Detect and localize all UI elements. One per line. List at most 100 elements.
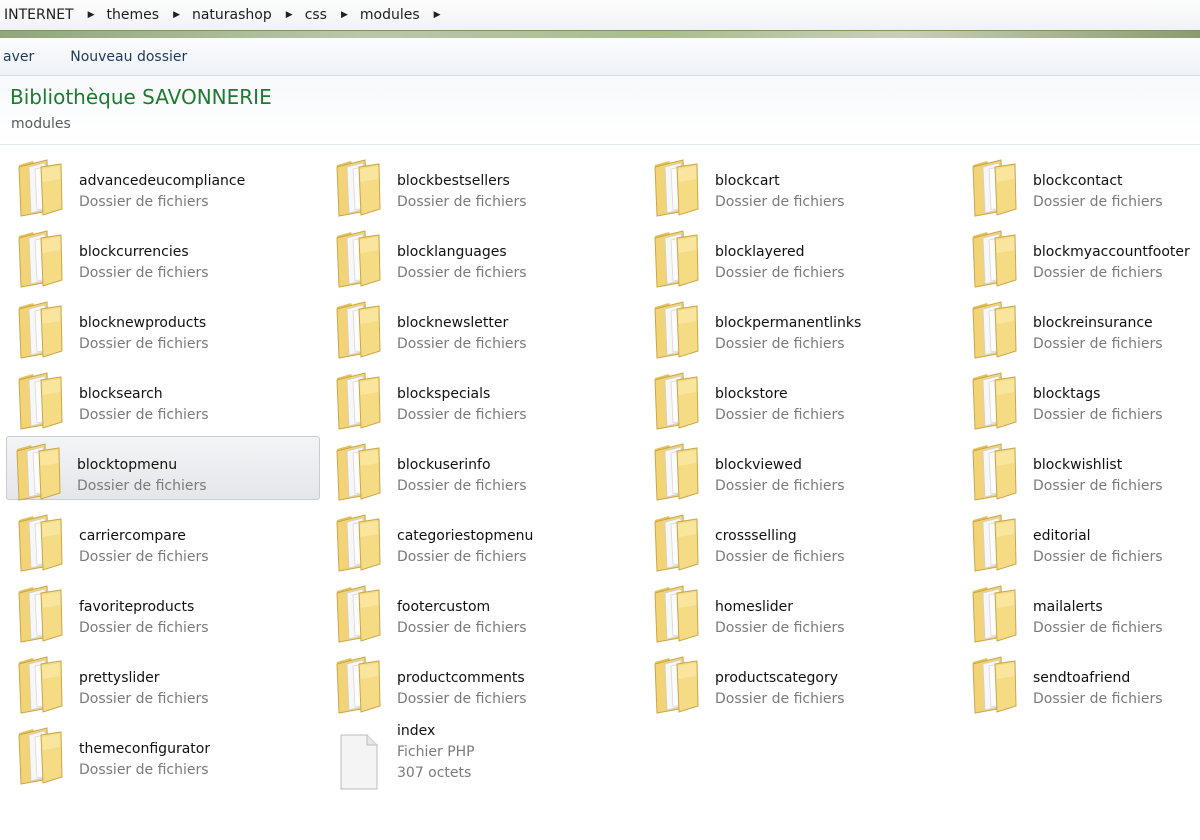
- item-name: blockviewed: [715, 457, 802, 473]
- folder-icon: [653, 230, 699, 288]
- item-name: blocklayered: [715, 244, 805, 260]
- item-type: Dossier de fichiers: [1033, 407, 1163, 423]
- folder-item[interactable]: blocksearch Dossier de fichiers: [8, 365, 320, 430]
- folder-item[interactable]: productscategory Dossier de fichiers: [644, 649, 956, 714]
- folder-item[interactable]: productcomments Dossier de fichiers: [326, 649, 638, 714]
- folder-item[interactable]: blockbestsellers Dossier de fichiers: [326, 152, 638, 217]
- breadcrumb-modules[interactable]: modules: [356, 0, 424, 30]
- item-name: blocklanguages: [397, 244, 507, 260]
- folder-item[interactable]: favoriteproducts Dossier de fichiers: [8, 578, 320, 643]
- item-name: crossselling: [715, 528, 797, 544]
- folder-icon: [653, 372, 699, 430]
- folder-item[interactable]: blocktags Dossier de fichiers: [962, 365, 1200, 430]
- item-name: blockstore: [715, 386, 788, 402]
- folder-icon: [17, 585, 63, 643]
- breadcrumb-internet[interactable]: INTERNET: [0, 0, 78, 30]
- folder-item[interactable]: footercustom Dossier de fichiers: [326, 578, 638, 643]
- item-name: blockuserinfo: [397, 457, 491, 473]
- file-grid: advancedeucompliance Dossier de fichiers …: [0, 146, 1200, 840]
- folder-icon: [653, 443, 699, 501]
- chevron-right-icon[interactable]: ▶: [424, 0, 449, 30]
- chevron-right-icon[interactable]: ▶: [163, 0, 188, 30]
- file-item[interactable]: index Fichier PHP 307 octets: [326, 720, 638, 790]
- folder-icon: [17, 372, 63, 430]
- item-type: Dossier de fichiers: [715, 194, 845, 210]
- folder-item[interactable]: blockviewed Dossier de fichiers: [644, 436, 956, 501]
- item-size: 307 octets: [397, 765, 472, 781]
- item-name: blocktopmenu: [77, 457, 178, 473]
- folder-item[interactable]: blockreinsurance Dossier de fichiers: [962, 294, 1200, 359]
- folder-item[interactable]: homeslider Dossier de fichiers: [644, 578, 956, 643]
- item-type: Dossier de fichiers: [715, 478, 845, 494]
- folder-item[interactable]: themeconfigurator Dossier de fichiers: [8, 720, 320, 785]
- folder-icon: [653, 514, 699, 572]
- item-type: Dossier de fichiers: [715, 407, 845, 423]
- folder-icon: [335, 656, 381, 714]
- item-name: editorial: [1033, 528, 1091, 544]
- folder-item[interactable]: sendtoafriend Dossier de fichiers: [962, 649, 1200, 714]
- item-type: Dossier de fichiers: [397, 549, 527, 565]
- folder-item[interactable]: carriercompare Dossier de fichiers: [8, 507, 320, 572]
- library-header: Bibliothèque SAVONNERIE modules: [0, 76, 1200, 145]
- folder-icon: [17, 301, 63, 359]
- folder-item[interactable]: mailalerts Dossier de fichiers: [962, 578, 1200, 643]
- folder-item[interactable]: advancedeucompliance Dossier de fichiers: [8, 152, 320, 217]
- folder-item[interactable]: blocknewproducts Dossier de fichiers: [8, 294, 320, 359]
- item-type: Dossier de fichiers: [715, 691, 845, 707]
- folder-item[interactable]: blockuserinfo Dossier de fichiers: [326, 436, 638, 501]
- folder-item[interactable]: blocktopmenu Dossier de fichiers: [6, 436, 320, 501]
- item-name: blocknewsletter: [397, 315, 509, 331]
- folder-item[interactable]: blockcontact Dossier de fichiers: [962, 152, 1200, 217]
- folder-icon: [971, 301, 1017, 359]
- item-type: Dossier de fichiers: [715, 336, 845, 352]
- folder-icon: [653, 585, 699, 643]
- item-name: blockcontact: [1033, 173, 1123, 189]
- command-bar: aver Nouveau dossier: [0, 38, 1200, 76]
- item-name: productcomments: [397, 670, 525, 686]
- library-subtitle: modules: [11, 116, 71, 132]
- item-name: mailalerts: [1033, 599, 1103, 615]
- folder-item[interactable]: blocklayered Dossier de fichiers: [644, 223, 956, 288]
- item-name: advancedeucompliance: [79, 173, 246, 189]
- folder-item[interactable]: blocklanguages Dossier de fichiers: [326, 223, 638, 288]
- chevron-right-icon[interactable]: ▶: [276, 0, 301, 30]
- item-name: prettyslider: [79, 670, 160, 686]
- toolbar-button-partial[interactable]: aver: [0, 38, 44, 75]
- chevron-right-icon[interactable]: ▶: [331, 0, 356, 30]
- chevron-right-icon[interactable]: ▶: [78, 0, 103, 30]
- folder-icon: [335, 443, 381, 501]
- item-type: Dossier de fichiers: [715, 620, 845, 636]
- item-type: Dossier de fichiers: [79, 691, 209, 707]
- address-bar[interactable]: INTERNET ▶ themes ▶ naturashop ▶ css ▶ m…: [0, 0, 1200, 30]
- new-folder-button[interactable]: Nouveau dossier: [60, 38, 197, 75]
- folder-item[interactable]: blockstore Dossier de fichiers: [644, 365, 956, 430]
- item-type: Dossier de fichiers: [79, 407, 209, 423]
- folder-item[interactable]: prettyslider Dossier de fichiers: [8, 649, 320, 714]
- item-type: Dossier de fichiers: [397, 265, 527, 281]
- folder-item[interactable]: editorial Dossier de fichiers: [962, 507, 1200, 572]
- folder-item[interactable]: blockmyaccountfooter Dossier de fichiers: [962, 223, 1200, 288]
- item-name: blockpermanentlinks: [715, 315, 862, 331]
- folder-icon: [17, 230, 63, 288]
- item-type: Dossier de fichiers: [397, 620, 527, 636]
- folder-icon: [971, 656, 1017, 714]
- item-name: blockspecials: [397, 386, 491, 402]
- folder-item[interactable]: blocknewsletter Dossier de fichiers: [326, 294, 638, 359]
- folder-item[interactable]: blockcurrencies Dossier de fichiers: [8, 223, 320, 288]
- folder-icon: [653, 301, 699, 359]
- breadcrumb-themes[interactable]: themes: [103, 0, 164, 30]
- item-name: blocksearch: [79, 386, 163, 402]
- folder-icon: [15, 443, 61, 501]
- folder-item[interactable]: crossselling Dossier de fichiers: [644, 507, 956, 572]
- folder-item[interactable]: blockpermanentlinks Dossier de fichiers: [644, 294, 956, 359]
- folder-item[interactable]: blockcart Dossier de fichiers: [644, 152, 956, 217]
- folder-item[interactable]: blockwishlist Dossier de fichiers: [962, 436, 1200, 501]
- item-name: sendtoafriend: [1033, 670, 1131, 686]
- breadcrumb-naturashop[interactable]: naturashop: [188, 0, 276, 30]
- item-name: productscategory: [715, 670, 839, 686]
- breadcrumb-css[interactable]: css: [301, 0, 331, 30]
- folder-item[interactable]: categoriestopmenu Dossier de fichiers: [326, 507, 638, 572]
- folder-item[interactable]: blockspecials Dossier de fichiers: [326, 365, 638, 430]
- item-name: index: [397, 723, 436, 739]
- folder-icon: [971, 585, 1017, 643]
